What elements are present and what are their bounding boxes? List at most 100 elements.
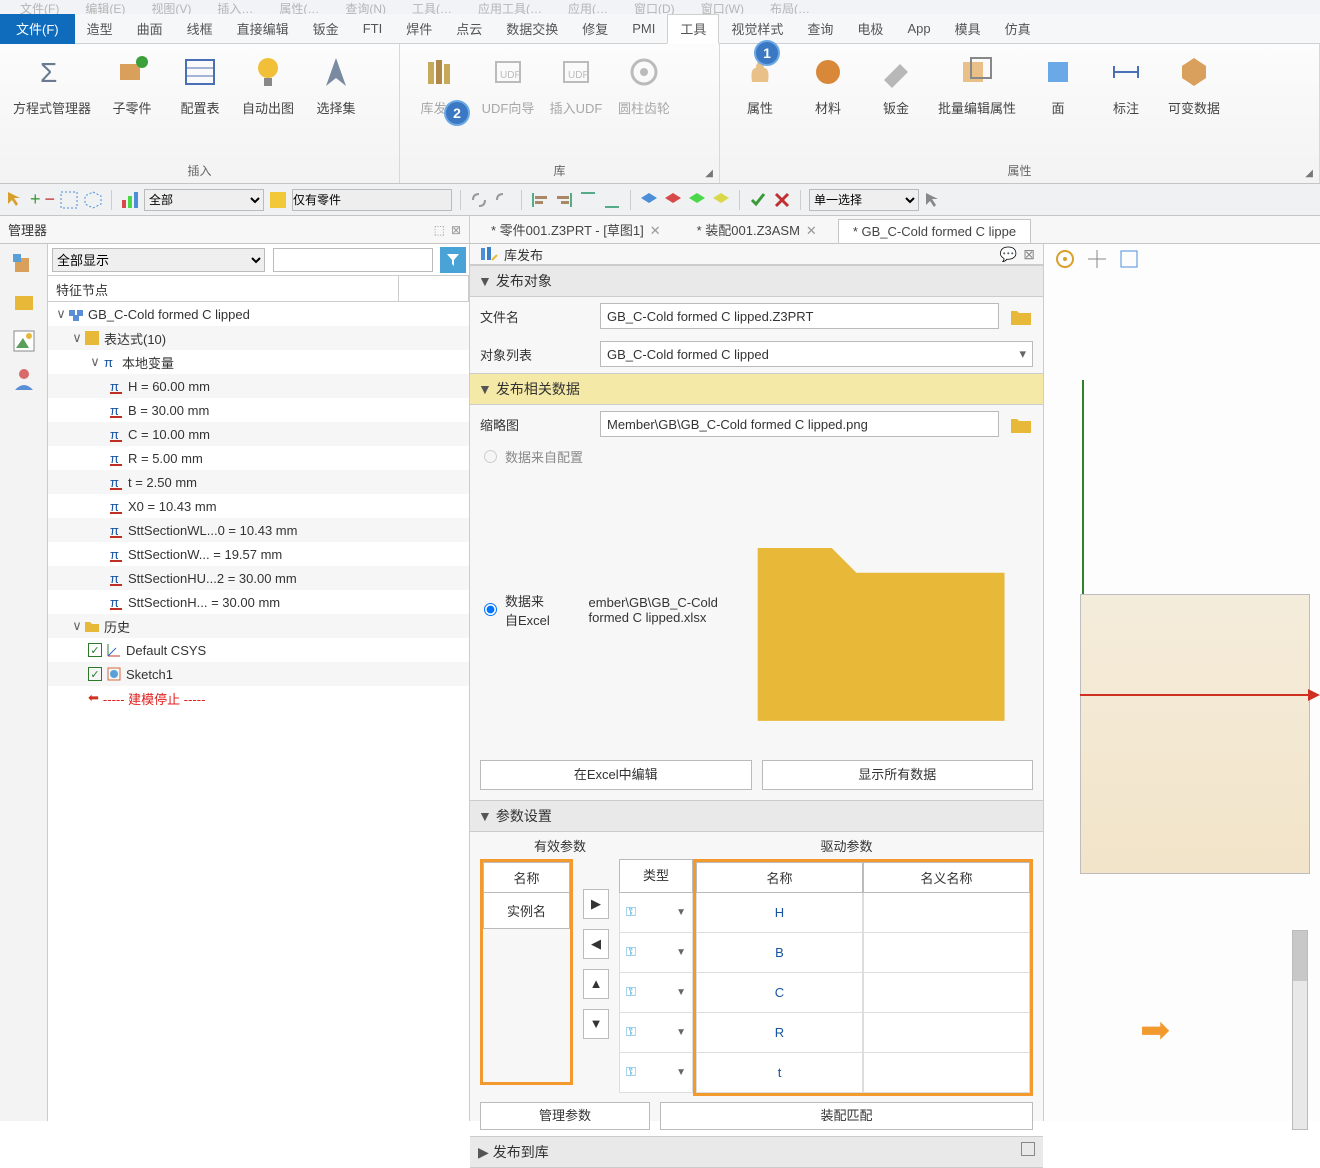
close-icon[interactable]: ✕ xyxy=(806,223,817,238)
drive-enname-cell[interactable] xyxy=(863,933,1030,973)
tree-history[interactable]: ∨ 历史 xyxy=(48,614,469,638)
tab-tools[interactable]: 工具 xyxy=(667,14,719,44)
section-publish-data[interactable]: ▼发布相关数据 xyxy=(470,373,1043,405)
folder-open-icon[interactable] xyxy=(1009,413,1033,435)
tree-var[interactable]: πB = 30.00 mm xyxy=(48,398,469,422)
pin-icon[interactable]: ⬚ xyxy=(434,223,445,237)
edit-in-excel-button[interactable]: 在Excel中编辑 xyxy=(480,760,752,790)
link-icon[interactable] xyxy=(469,190,489,210)
box-icon[interactable] xyxy=(11,290,37,316)
tab-sheetmetal[interactable]: 钣金 xyxy=(301,14,351,44)
section-publish-to-library[interactable]: ▶发布到库 xyxy=(470,1136,1043,1168)
tree-expression[interactable]: ∨ 表达式(10) xyxy=(48,326,469,350)
move-up-button[interactable]: ▲ xyxy=(583,969,609,999)
file-menu-button[interactable]: 文件(F) xyxy=(0,14,75,44)
drive-name-cell[interactable]: R xyxy=(696,1013,863,1053)
layer2-icon[interactable] xyxy=(663,190,683,210)
unlink-icon[interactable] xyxy=(493,190,513,210)
tab-pointcloud[interactable]: 点云 xyxy=(444,14,494,44)
tab-query[interactable]: 查询 xyxy=(795,14,845,44)
show-all-data-button[interactable]: 显示所有数据 xyxy=(762,760,1034,790)
ribbon-sheetmetal-prop[interactable]: 钣金 xyxy=(864,48,928,158)
assembly-match-button[interactable]: 装配匹配 xyxy=(660,1102,1033,1130)
tree-var[interactable]: πSttSectionW... = 19.57 mm xyxy=(48,542,469,566)
single-select-dropdown[interactable]: 单一选择 xyxy=(809,189,919,211)
cross-icon[interactable] xyxy=(772,190,792,210)
manager-search-input[interactable] xyxy=(273,248,433,272)
minus-icon[interactable]: − xyxy=(45,189,56,210)
ribbon-properties[interactable]: 属性 1 xyxy=(728,48,792,158)
checkbox-checked-icon[interactable]: ✓ xyxy=(88,667,102,681)
drive-type-cell[interactable]: ⚿▼ xyxy=(619,1013,693,1053)
tab-visual-style[interactable]: 视觉样式 xyxy=(719,14,795,44)
display-mode-dropdown[interactable]: 全部显示 xyxy=(52,248,265,272)
hexagon-icon[interactable] xyxy=(83,190,103,210)
tree-sketch[interactable]: ✓ Sketch1 xyxy=(48,662,469,686)
folder-open-icon[interactable] xyxy=(1009,305,1033,327)
drive-name-cell[interactable]: C xyxy=(696,973,863,1013)
ribbon-equation-manager[interactable]: Σ 方程式管理器 xyxy=(8,48,96,158)
close-icon[interactable]: ⊠ xyxy=(1023,246,1035,263)
align-left-icon[interactable] xyxy=(530,190,550,210)
tree-var[interactable]: πSttSectionHU...2 = 30.00 mm xyxy=(48,566,469,590)
tab-pmi[interactable]: PMI xyxy=(620,14,667,44)
drive-type-cell[interactable]: ⚿▼ xyxy=(619,973,693,1013)
cube-tree-icon[interactable] xyxy=(11,252,37,278)
close-panel-icon[interactable]: ⊠ xyxy=(451,223,461,237)
filter-button[interactable] xyxy=(440,247,466,273)
drive-name-cell[interactable]: t xyxy=(696,1053,863,1093)
ribbon-library-publish[interactable]: 库发布 2 xyxy=(408,48,472,158)
ribbon-insert-udf[interactable]: UDF 插入UDF xyxy=(544,48,608,158)
close-icon[interactable]: ✕ xyxy=(650,223,661,238)
chart-icon[interactable] xyxy=(120,190,140,210)
drive-type-cell[interactable]: ⚿▼ xyxy=(619,1053,693,1093)
layer-icon[interactable] xyxy=(639,190,659,210)
tab-surface[interactable]: 曲面 xyxy=(125,14,175,44)
tab-app[interactable]: App xyxy=(895,14,942,44)
section-publish-target[interactable]: ▼发布对象 xyxy=(470,265,1043,297)
excel-path-field[interactable]: ember\GB\GB_C-Cold formed C lipped.xlsx xyxy=(589,595,725,625)
checkbox-checked-icon[interactable]: ✓ xyxy=(88,643,102,657)
tab-direct-edit[interactable]: 直接编辑 xyxy=(225,14,301,44)
drive-type-cell[interactable]: ⚿▼ xyxy=(619,893,693,933)
cursor-plus-icon[interactable] xyxy=(6,190,26,210)
target-icon[interactable] xyxy=(1054,248,1076,270)
thumbnail-field[interactable]: Member\GB\GB_C-Cold formed C lipped.png xyxy=(600,411,999,437)
tree-var[interactable]: πH = 60.00 mm xyxy=(48,374,469,398)
tab-mold[interactable]: 模具 xyxy=(943,14,993,44)
drive-enname-cell[interactable] xyxy=(863,973,1030,1013)
layer4-icon[interactable] xyxy=(711,190,731,210)
tab-modeling[interactable]: 造型 xyxy=(75,14,125,44)
tree-local-var[interactable]: ∨ π 本地变量 xyxy=(48,350,469,374)
crosshair-icon[interactable] xyxy=(1086,248,1108,270)
filename-field[interactable]: GB_C-Cold formed C lipped.Z3PRT xyxy=(600,303,999,329)
align-top-icon[interactable] xyxy=(578,190,598,210)
ribbon-batch-edit[interactable]: 批量编辑属性 xyxy=(932,48,1022,158)
dialog-launcher-icon[interactable]: ◢ xyxy=(705,168,713,179)
drive-type-cell[interactable]: ⚿▼ xyxy=(619,933,693,973)
star-cursor-icon[interactable] xyxy=(268,190,288,210)
dialog-launcher-icon[interactable]: ◢ xyxy=(1305,168,1313,179)
tree-var[interactable]: πSttSectionWL...0 = 10.43 mm xyxy=(48,518,469,542)
ribbon-subpart[interactable]: 子零件 xyxy=(100,48,164,158)
doc-tab-gbc[interactable]: * GB_C-Cold formed C lippe xyxy=(838,219,1031,243)
align-bottom-icon[interactable] xyxy=(602,190,622,210)
ribbon-auto-drawing[interactable]: 自动出图 xyxy=(236,48,300,158)
ribbon-config-table[interactable]: 配置表 xyxy=(168,48,232,158)
drive-name-cell[interactable]: H xyxy=(696,893,863,933)
instance-name-cell[interactable]: 实例名 xyxy=(483,893,570,929)
selection-box-icon[interactable] xyxy=(59,190,79,210)
tree-stop[interactable]: ⬅ ----- 建模停止 ----- xyxy=(48,686,469,710)
filter-all-dropdown[interactable]: 全部 xyxy=(144,189,264,211)
section-param-settings[interactable]: ▼参数设置 xyxy=(470,800,1043,832)
move-down-button[interactable]: ▼ xyxy=(583,1009,609,1039)
chat-icon[interactable]: 💬 xyxy=(1000,246,1017,263)
move-left-button[interactable]: ◀ xyxy=(583,929,609,959)
only-parts-field[interactable] xyxy=(292,189,452,211)
tab-simulation[interactable]: 仿真 xyxy=(993,14,1043,44)
check-icon[interactable] xyxy=(748,190,768,210)
tree-csys[interactable]: ✓ Default CSYS xyxy=(48,638,469,662)
image-icon[interactable] xyxy=(11,328,37,354)
person-icon[interactable] xyxy=(11,366,37,392)
tab-repair[interactable]: 修复 xyxy=(570,14,620,44)
